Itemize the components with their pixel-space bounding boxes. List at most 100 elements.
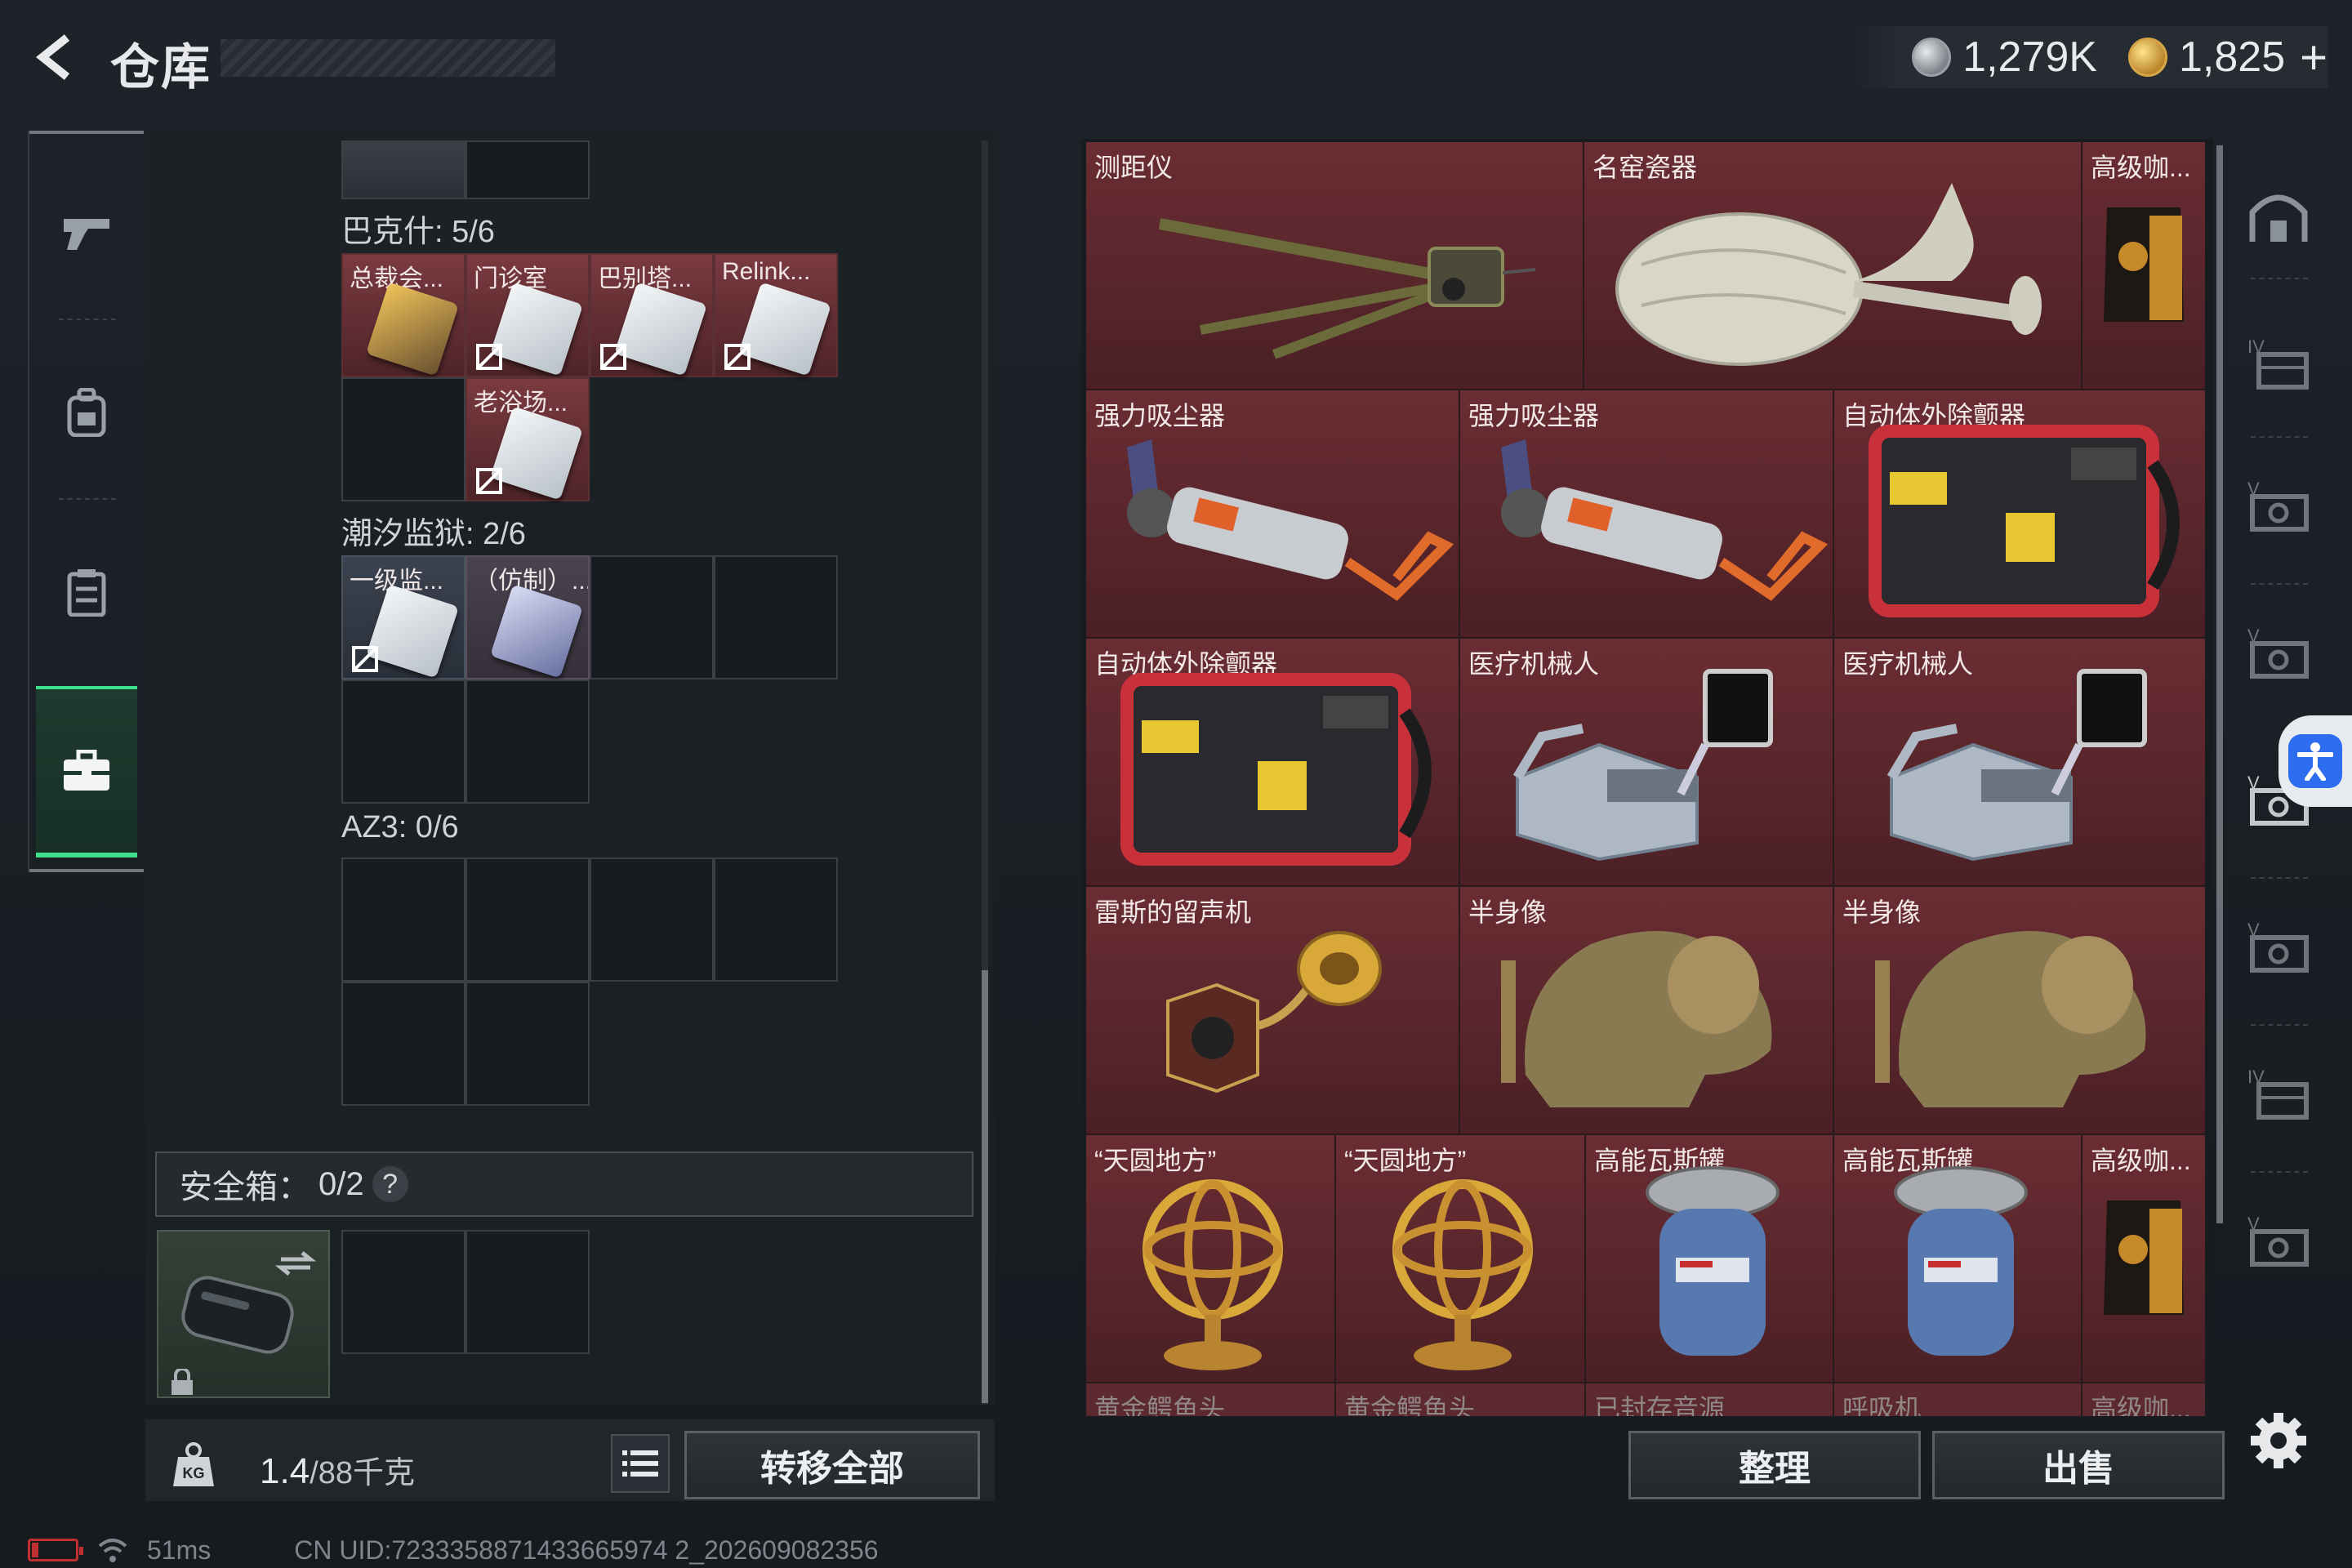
container-slot[interactable] (466, 982, 590, 1106)
item-label: 高级咖... (2091, 1146, 2191, 1175)
stash-item[interactable]: 呼吸机 (1834, 1383, 2082, 1416)
safe-box-item[interactable] (157, 1230, 330, 1398)
stash-item-rangefinder[interactable]: 测距仪 (1086, 142, 1584, 390)
settings-button[interactable] (2244, 1406, 2313, 1475)
weight-icon-text: KG (183, 1465, 205, 1481)
container-slot[interactable] (590, 858, 714, 982)
container-slot[interactable] (341, 679, 466, 804)
keycard-icon (489, 406, 584, 501)
back-button[interactable] (24, 24, 90, 90)
nav-weapons[interactable] (36, 147, 137, 318)
tier-5-box-icon: V (2247, 479, 2309, 532)
accessibility-button[interactable] (2278, 715, 2352, 807)
stash-item-bust[interactable]: 半身像 (1834, 887, 2205, 1135)
item-label: 已封存音源 (1594, 1394, 1726, 1416)
keycard-item[interactable]: Relink... (714, 253, 838, 377)
stash-item-vacuum[interactable]: 强力吸尘器 (1460, 390, 1834, 639)
item-label: 高级咖... (2091, 153, 2191, 182)
inventory-scrollbar-thumb[interactable] (982, 970, 988, 1403)
item-label: 测距仪 (1094, 153, 1174, 182)
container-slot[interactable] (590, 555, 714, 679)
weight-value: 1.4 (260, 1451, 310, 1491)
container-slot[interactable] (466, 140, 590, 199)
tier-4-box-icon: IV (2247, 1067, 2309, 1120)
stash-item[interactable]: 黄金鳄鱼头 (1336, 1383, 1586, 1416)
nav-box-tier-4[interactable]: IV (2238, 318, 2319, 408)
bust-icon (1875, 931, 2146, 1107)
stash-item-porcelain[interactable]: 名窑瓷器 (1584, 142, 2082, 390)
container-slot[interactable] (341, 858, 466, 982)
stash-item-aed[interactable]: 自动体外除颤器 (1086, 639, 1460, 887)
weight-limit: /88千克 (310, 1456, 415, 1490)
nav-box-tier-5[interactable]: V (2238, 608, 2319, 697)
armillary-sphere-icon (1392, 1179, 1533, 1370)
currency-bar: 1,279K 1,825 + (1855, 26, 2328, 88)
safe-box-slot[interactable] (341, 1230, 466, 1354)
nav-stash-home[interactable] (2238, 172, 2319, 261)
stash-item[interactable]: 黄金鳄鱼头 (1086, 1383, 1336, 1416)
home-icon (2249, 194, 2308, 242)
nav-box-tier-5[interactable]: V (2238, 461, 2319, 550)
stash-item-gramophone[interactable]: 雷斯的留声机 (1086, 887, 1460, 1135)
vest-icon (67, 569, 106, 617)
stash-scrollbar[interactable] (2216, 145, 2223, 1223)
unbound-icon (476, 468, 502, 494)
nav-briefcase[interactable] (36, 686, 137, 858)
backpack-icon (67, 388, 106, 437)
list-view-button[interactable] (611, 1434, 670, 1493)
gramophone-icon (1166, 931, 1382, 1094)
keycard-item[interactable]: 门诊室 (466, 253, 590, 377)
add-currency-button[interactable]: + (2300, 30, 2328, 85)
stash-item-armillary[interactable]: “天圆地方” (1086, 1135, 1336, 1383)
stash-item-armillary[interactable]: “天圆地方” (1336, 1135, 1586, 1383)
stash-item-aed[interactable]: 自动体外除颤器 (1834, 390, 2205, 639)
currency-silver: 1,279K (1912, 33, 2097, 82)
nav-box-tier-5[interactable]: V (2238, 1196, 2319, 1285)
container-slot[interactable] (466, 858, 590, 982)
stash-item-medical-robot[interactable]: 医疗机械人 (1460, 639, 1834, 887)
stash-item-bust[interactable]: 半身像 (1460, 887, 1834, 1135)
title-decoration (220, 39, 555, 77)
unbound-icon (476, 344, 502, 370)
sell-button[interactable]: 出售 (1932, 1431, 2225, 1499)
keycard-item[interactable]: 老浴场... (466, 377, 590, 501)
safe-box-header: 安全箱： 0/2 ? (155, 1152, 973, 1217)
stash-item-gas-tank[interactable]: 高能瓦斯罐 (1834, 1135, 2082, 1383)
container-slot[interactable] (714, 858, 838, 982)
keycard-item[interactable]: 总裁会... (341, 253, 466, 377)
stash-item[interactable]: 已封存音源 (1586, 1383, 1834, 1416)
container-slot[interactable] (341, 140, 466, 199)
safe-box-slot[interactable] (466, 1230, 590, 1354)
item-label: 黄金鳄鱼头 (1344, 1394, 1476, 1416)
help-button[interactable]: ? (372, 1166, 408, 1202)
keycard-item[interactable]: 一级监... (341, 555, 466, 679)
container-slot[interactable] (466, 679, 590, 804)
left-nav (28, 131, 144, 872)
stash-item-medical-robot[interactable]: 医疗机械人 (1834, 639, 2205, 887)
nav-vest[interactable] (36, 506, 137, 678)
keycard-item[interactable]: （仿制）... (466, 555, 590, 679)
accessibility-icon (2288, 734, 2342, 788)
back-arrow-icon (35, 34, 70, 80)
stash-item-coffee[interactable]: 高级咖... (2082, 1135, 2205, 1383)
currency-silver-value: 1,279K (1962, 33, 2097, 81)
stash-grid: 测距仪 名窑瓷器 高级咖... 强力吸尘器 强力吸尘器 自动体外除颤器 自动体外… (1086, 142, 2205, 1416)
keycard-item[interactable]: 巴别塔... (590, 253, 714, 377)
stash-item-vacuum[interactable]: 强力吸尘器 (1086, 390, 1460, 639)
container-slot[interactable] (341, 377, 466, 501)
medical-robot-icon (1886, 669, 2147, 862)
gold-coin-icon (2127, 38, 2167, 77)
container-slot[interactable] (714, 555, 838, 679)
container-title: AZ3: 0/6 (341, 810, 459, 844)
tidy-button[interactable]: 整理 (1628, 1431, 1921, 1499)
currency-gold-value: 1,825 (2178, 33, 2286, 81)
stash-item-gas-tank[interactable]: 高能瓦斯罐 (1586, 1135, 1834, 1383)
transfer-all-button[interactable]: 转移全部 (684, 1431, 980, 1499)
nav-backpack[interactable] (36, 327, 137, 498)
container-slot[interactable] (341, 982, 466, 1106)
stash-item-coffee[interactable]: 高级咖... (2082, 142, 2205, 390)
nav-box-tier-4[interactable]: IV (2238, 1049, 2319, 1138)
stash-item[interactable]: 高级咖... (2082, 1383, 2205, 1416)
safe-box-label: 安全箱： (180, 1169, 310, 1205)
nav-box-tier-5[interactable]: V (2238, 902, 2319, 991)
